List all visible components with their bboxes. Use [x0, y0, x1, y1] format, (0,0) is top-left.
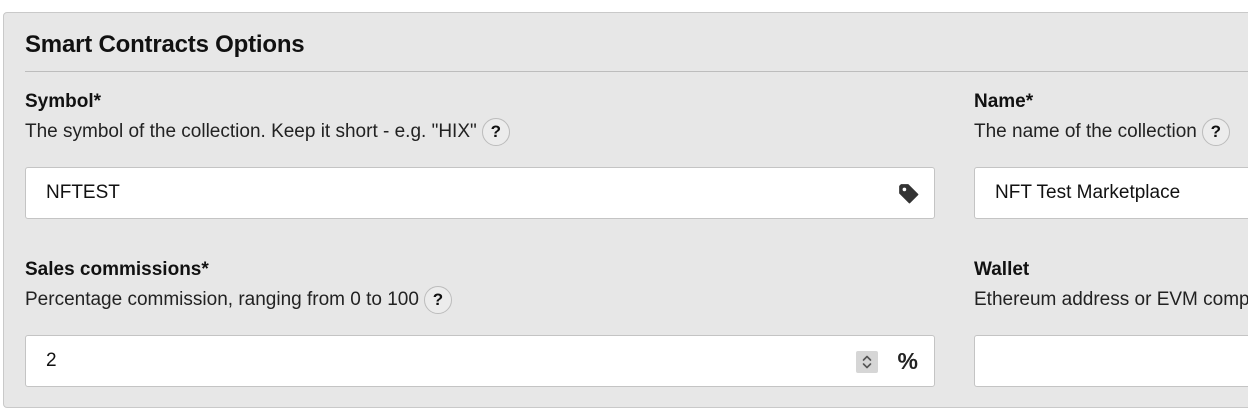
symbol-field: Symbol* The symbol of the collection. Ke…	[25, 89, 935, 149]
wallet-help-text: Ethereum address or EVM comp	[974, 289, 1248, 310]
symbol-help-text: The symbol of the collection. Keep it sh…	[25, 121, 477, 142]
sales-commissions-help-icon[interactable]: ?	[423, 286, 452, 314]
name-help-text: The name of the collection	[974, 121, 1197, 142]
symbol-help: The symbol of the collection. Keep it sh…	[25, 115, 935, 149]
sales-commissions-label: Sales commissions*	[25, 259, 209, 280]
tag-icon	[899, 184, 919, 204]
wallet-field: Wallet Ethereum address or EVM comp	[974, 257, 1248, 317]
name-help-icon[interactable]: ?	[1201, 118, 1230, 146]
wallet-help: Ethereum address or EVM comp	[974, 283, 1248, 317]
symbol-label: Symbol*	[25, 91, 102, 112]
wallet-label: Wallet	[974, 259, 1030, 280]
panel-divider	[25, 71, 1248, 72]
sales-commissions-input-box[interactable]: %	[25, 335, 935, 387]
name-help: The name of the collection ?	[974, 115, 1248, 149]
sales-commissions-field: Sales commissions* Percentage commission…	[25, 257, 935, 317]
name-label: Name*	[974, 91, 1034, 112]
sales-commissions-help-text: Percentage commission, ranging from 0 to…	[25, 289, 419, 310]
symbol-input[interactable]	[46, 168, 886, 218]
name-input-box[interactable]	[974, 167, 1248, 219]
symbol-input-box[interactable]	[25, 167, 935, 219]
sales-commissions-input[interactable]	[46, 336, 826, 386]
wallet-input[interactable]	[995, 336, 1248, 386]
symbol-help-icon[interactable]: ?	[481, 118, 510, 146]
wallet-input-box[interactable]	[974, 335, 1248, 387]
spinner-icon[interactable]	[856, 351, 878, 373]
smart-contracts-options-panel: Smart Contracts Options Symbol* The symb…	[3, 12, 1248, 408]
sales-commissions-help: Percentage commission, ranging from 0 to…	[25, 283, 935, 317]
panel-title: Smart Contracts Options	[25, 31, 305, 58]
name-input[interactable]	[995, 168, 1248, 218]
name-field: Name* The name of the collection ?	[974, 89, 1248, 149]
percent-suffix: %	[897, 348, 918, 374]
